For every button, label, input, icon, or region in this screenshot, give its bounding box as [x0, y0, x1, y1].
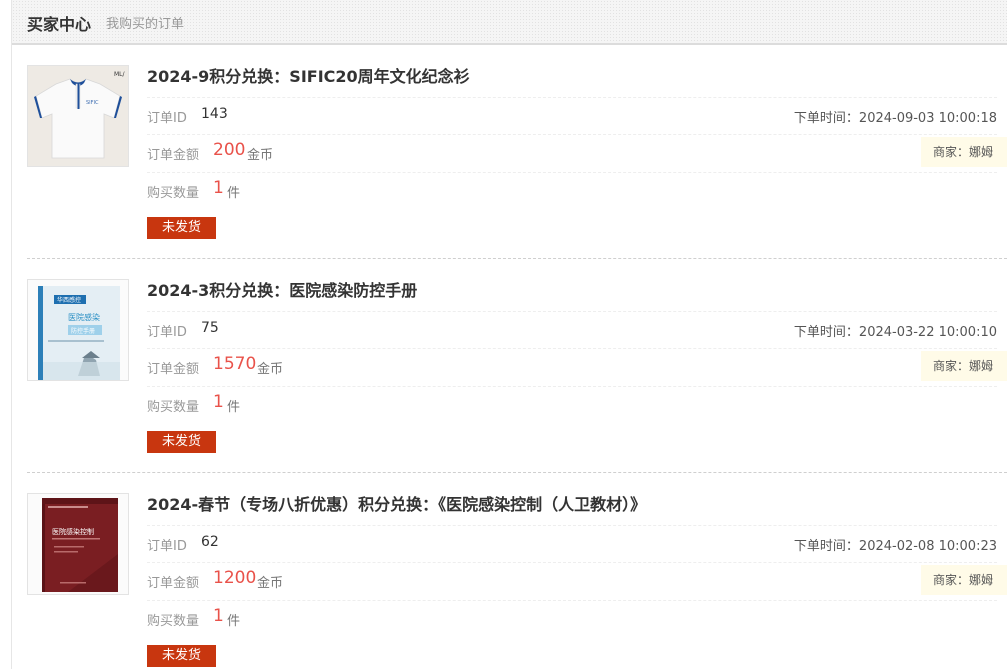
seller-tag: 商家：娜姆: [920, 351, 1007, 381]
order-id-row: 订单ID 143 下单时间：2024-09-03 10:00:18: [147, 97, 997, 132]
order-item: 医院感染控制 2024-春节（专场八折优惠）积分兑换：《医院感染控制（人卫教材）…: [0, 473, 1007, 669]
book-cover-image[interactable]: 华西感控 医院感染 防控手册: [27, 279, 129, 381]
status-button[interactable]: 未发货: [147, 431, 216, 453]
coin-unit: 金币: [257, 576, 284, 591]
amount-label: 订单金额: [147, 362, 200, 377]
order-item: SIFIC ML/ 2024-9积分兑换：SIFIC20周年文化纪念衫 订单ID…: [0, 45, 1007, 259]
order-id-label: 订单ID: [147, 539, 187, 554]
piece-unit: 件: [227, 400, 241, 415]
quantity-row: 购买数量 1 件: [147, 600, 997, 635]
amount-label: 订单金额: [147, 148, 200, 163]
amount-label: 订单金额: [147, 576, 200, 591]
order-id-value: 62: [201, 534, 219, 550]
quantity-label: 购买数量: [147, 400, 200, 415]
product-name[interactable]: 2024-3积分兑换：医院感染防控手册: [147, 277, 417, 301]
piece-unit: 件: [227, 614, 241, 629]
textbook-cover-image[interactable]: 医院感染控制: [27, 493, 129, 595]
breadcrumb: 我购买的订单: [106, 17, 185, 32]
page-title: 买家中心: [27, 15, 92, 34]
order-time: 下单时间：2024-03-22 10:00:10: [793, 325, 997, 340]
order-id-row: 订单ID 62 下单时间：2024-02-08 10:00:23: [147, 525, 997, 560]
piece-unit: 件: [227, 186, 241, 201]
amount-value: 1200: [213, 568, 257, 588]
quantity-value: 1: [213, 392, 224, 412]
svg-text:华西感控: 华西感控: [57, 296, 81, 304]
coin-unit: 金币: [257, 362, 284, 377]
order-item: 华西感控 医院感染 防控手册 2024-3积分兑换：医院感染防控手册 订单ID …: [0, 259, 1007, 473]
coin-unit: 金币: [247, 148, 274, 163]
order-id-label: 订单ID: [147, 111, 187, 126]
order-list: SIFIC ML/ 2024-9积分兑换：SIFIC20周年文化纪念衫 订单ID…: [0, 45, 1007, 669]
order-amount-row: 订单金额 1200 金币 商家：娜姆: [147, 562, 1007, 597]
product-name[interactable]: 2024-9积分兑换：SIFIC20周年文化纪念衫: [147, 63, 470, 87]
order-id-value: 143: [201, 106, 228, 122]
quantity-row: 购买数量 1 件: [147, 172, 997, 207]
svg-text:ML/: ML/: [114, 71, 126, 78]
order-amount-row: 订单金额 1570 金币 商家：娜姆: [147, 348, 1007, 383]
quantity-row: 购买数量 1 件: [147, 386, 997, 421]
page: 买家中心 我购买的订单 SIFIC ML/ 2024-9积分兑换：SIFIC20…: [0, 0, 1007, 669]
order-id-label: 订单ID: [147, 325, 187, 340]
order-id-row: 订单ID 75 下单时间：2024-03-22 10:00:10: [147, 311, 997, 346]
page-header: 买家中心 我购买的订单: [12, 0, 1007, 45]
svg-text:医院感染控制: 医院感染控制: [52, 527, 94, 536]
order-id-value: 75: [201, 320, 219, 336]
quantity-value: 1: [213, 178, 224, 198]
quantity-value: 1: [213, 606, 224, 626]
seller-tag: 商家：娜姆: [920, 565, 1007, 595]
status-button[interactable]: 未发货: [147, 645, 216, 667]
order-amount-row: 订单金额 200 金币 商家：娜姆: [147, 134, 1007, 169]
quantity-label: 购买数量: [147, 186, 200, 201]
svg-text:防控手册: 防控手册: [71, 327, 95, 335]
product-name[interactable]: 2024-春节（专场八折优惠）积分兑换：《医院感染控制（人卫教材）》: [147, 491, 646, 515]
status-button[interactable]: 未发货: [147, 217, 216, 239]
amount-value: 200: [213, 140, 246, 160]
order-time: 下单时间：2024-02-08 10:00:23: [793, 539, 997, 554]
svg-text:医院感染: 医院感染: [68, 312, 100, 322]
seller-tag: 商家：娜姆: [920, 137, 1007, 167]
polo-shirt-image[interactable]: SIFIC ML/: [27, 65, 129, 167]
quantity-label: 购买数量: [147, 614, 200, 629]
svg-text:SIFIC: SIFIC: [86, 100, 99, 106]
amount-value: 1570: [213, 354, 257, 374]
order-time: 下单时间：2024-09-03 10:00:18: [793, 111, 997, 126]
